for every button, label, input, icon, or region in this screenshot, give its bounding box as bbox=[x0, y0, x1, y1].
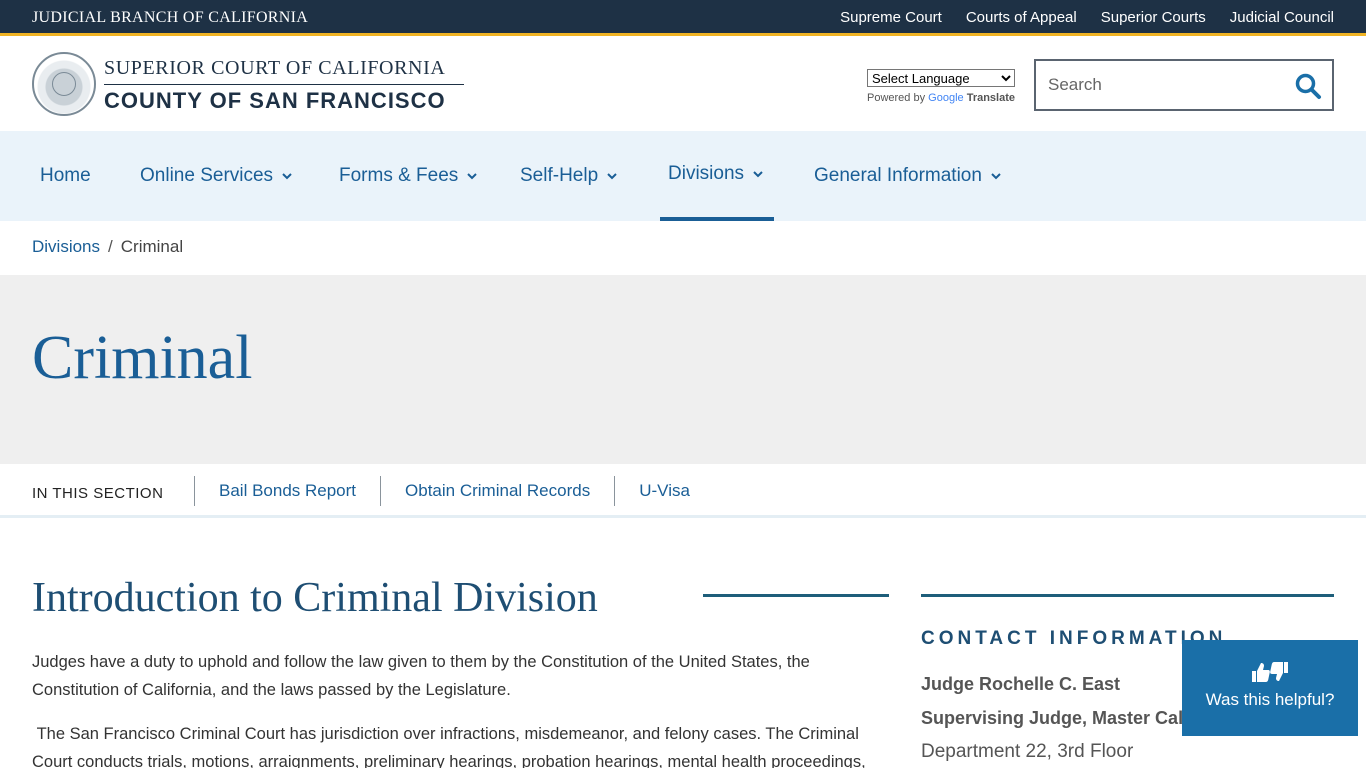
top-link-superior-courts[interactable]: Superior Courts bbox=[1101, 9, 1206, 26]
top-links: Supreme Court Courts of Appeal Superior … bbox=[840, 9, 1334, 26]
site-header: SUPERIOR COURT OF CALIFORNIA COUNTY OF S… bbox=[0, 39, 1366, 131]
search-input[interactable] bbox=[1048, 74, 1288, 96]
section-link-bail-bonds-report[interactable]: Bail Bonds Report bbox=[194, 476, 380, 506]
contact-heading: CONTACT INFORMATION bbox=[921, 628, 1227, 649]
nav-item-online-services[interactable]: Online Services bbox=[140, 131, 293, 221]
nav-item-label: General Information bbox=[814, 165, 982, 186]
feedback-button[interactable]: Was this helpful? bbox=[1182, 640, 1358, 736]
thumbs-up-down-icon bbox=[1252, 662, 1288, 682]
judge-name: Judge Rochelle C. East bbox=[921, 674, 1121, 694]
page-title: Criminal bbox=[32, 324, 253, 392]
heading-divider bbox=[703, 594, 889, 597]
chevron-down-icon bbox=[282, 173, 292, 180]
chevron-down-icon bbox=[753, 171, 763, 178]
top-link-supreme-court[interactable]: Supreme Court bbox=[840, 9, 942, 26]
section-link-u-visa[interactable]: U-Visa bbox=[614, 476, 714, 506]
nav-item-self-help[interactable]: Self-Help bbox=[520, 131, 618, 221]
nav-item-label: Home bbox=[40, 165, 91, 186]
intro-paragraph-1: Judges have a duty to uphold and follow … bbox=[32, 653, 810, 699]
powered-by-text: Powered by bbox=[867, 92, 926, 104]
section-nav: IN THIS SECTION Bail Bonds Report Obtain… bbox=[0, 464, 1366, 518]
court-seal-icon[interactable] bbox=[32, 52, 96, 116]
search-icon[interactable] bbox=[1294, 72, 1322, 100]
google-translate: Select Language Powered by Google Transl… bbox=[867, 69, 1015, 104]
search-box bbox=[1034, 59, 1334, 111]
top-bar: JUDICIAL BRANCH OF CALIFORNIA Supreme Co… bbox=[0, 0, 1366, 36]
breadcrumb: Divisions / Criminal bbox=[32, 237, 183, 257]
translate-link[interactable]: Translate bbox=[967, 92, 1015, 104]
nav-item-label: Forms & Fees bbox=[339, 165, 459, 186]
court-name-line1: SUPERIOR COURT OF CALIFORNIA bbox=[104, 57, 464, 85]
top-link-judicial-council[interactable]: Judicial Council bbox=[1230, 9, 1334, 26]
nav-item-divisions[interactable]: Divisions bbox=[660, 131, 774, 221]
intro-heading: Introduction to Criminal Division bbox=[32, 575, 598, 621]
nav-item-label: Online Services bbox=[140, 165, 274, 186]
nav-item-home[interactable]: Home bbox=[40, 131, 91, 221]
department-location: Department 22, 3rd Floor bbox=[921, 741, 1134, 762]
court-name-logo[interactable]: SUPERIOR COURT OF CALIFORNIA COUNTY OF S… bbox=[104, 57, 464, 114]
breadcrumb-current: Criminal bbox=[120, 237, 184, 256]
main-nav: Home Online Services Forms & Fees Self-H… bbox=[0, 131, 1366, 221]
judicial-branch-title[interactable]: JUDICIAL BRANCH OF CALIFORNIA bbox=[32, 9, 308, 27]
top-link-courts-of-appeal[interactable]: Courts of Appeal bbox=[966, 9, 1077, 26]
nav-item-forms-fees[interactable]: Forms & Fees bbox=[339, 131, 478, 221]
nav-item-general-information[interactable]: General Information bbox=[814, 131, 1002, 221]
chevron-down-icon bbox=[467, 173, 478, 180]
section-nav-label: IN THIS SECTION bbox=[32, 485, 164, 502]
language-select[interactable]: Select Language bbox=[867, 69, 1015, 87]
section-nav-links: Bail Bonds Report Obtain Criminal Record… bbox=[194, 476, 714, 506]
feedback-label: Was this helpful? bbox=[1205, 690, 1335, 709]
sidebar-divider bbox=[921, 594, 1334, 597]
chevron-down-icon bbox=[991, 173, 1001, 180]
page-hero: Criminal bbox=[0, 275, 1366, 464]
chevron-down-icon bbox=[607, 173, 617, 180]
section-link-obtain-criminal-records[interactable]: Obtain Criminal Records bbox=[380, 476, 614, 506]
breadcrumb-divisions[interactable]: Divisions bbox=[32, 237, 100, 256]
intro-paragraph-2: The San Francisco Criminal Court has jur… bbox=[32, 725, 866, 768]
nav-item-label: Divisions bbox=[668, 163, 745, 184]
google-logo-text: Google bbox=[928, 92, 964, 104]
court-name-line2: COUNTY OF SAN FRANCISCO bbox=[104, 88, 446, 113]
breadcrumb-separator: / bbox=[108, 237, 113, 256]
powered-by-google: Powered by Google Translate bbox=[867, 92, 1015, 104]
nav-item-label: Self-Help bbox=[520, 165, 599, 186]
